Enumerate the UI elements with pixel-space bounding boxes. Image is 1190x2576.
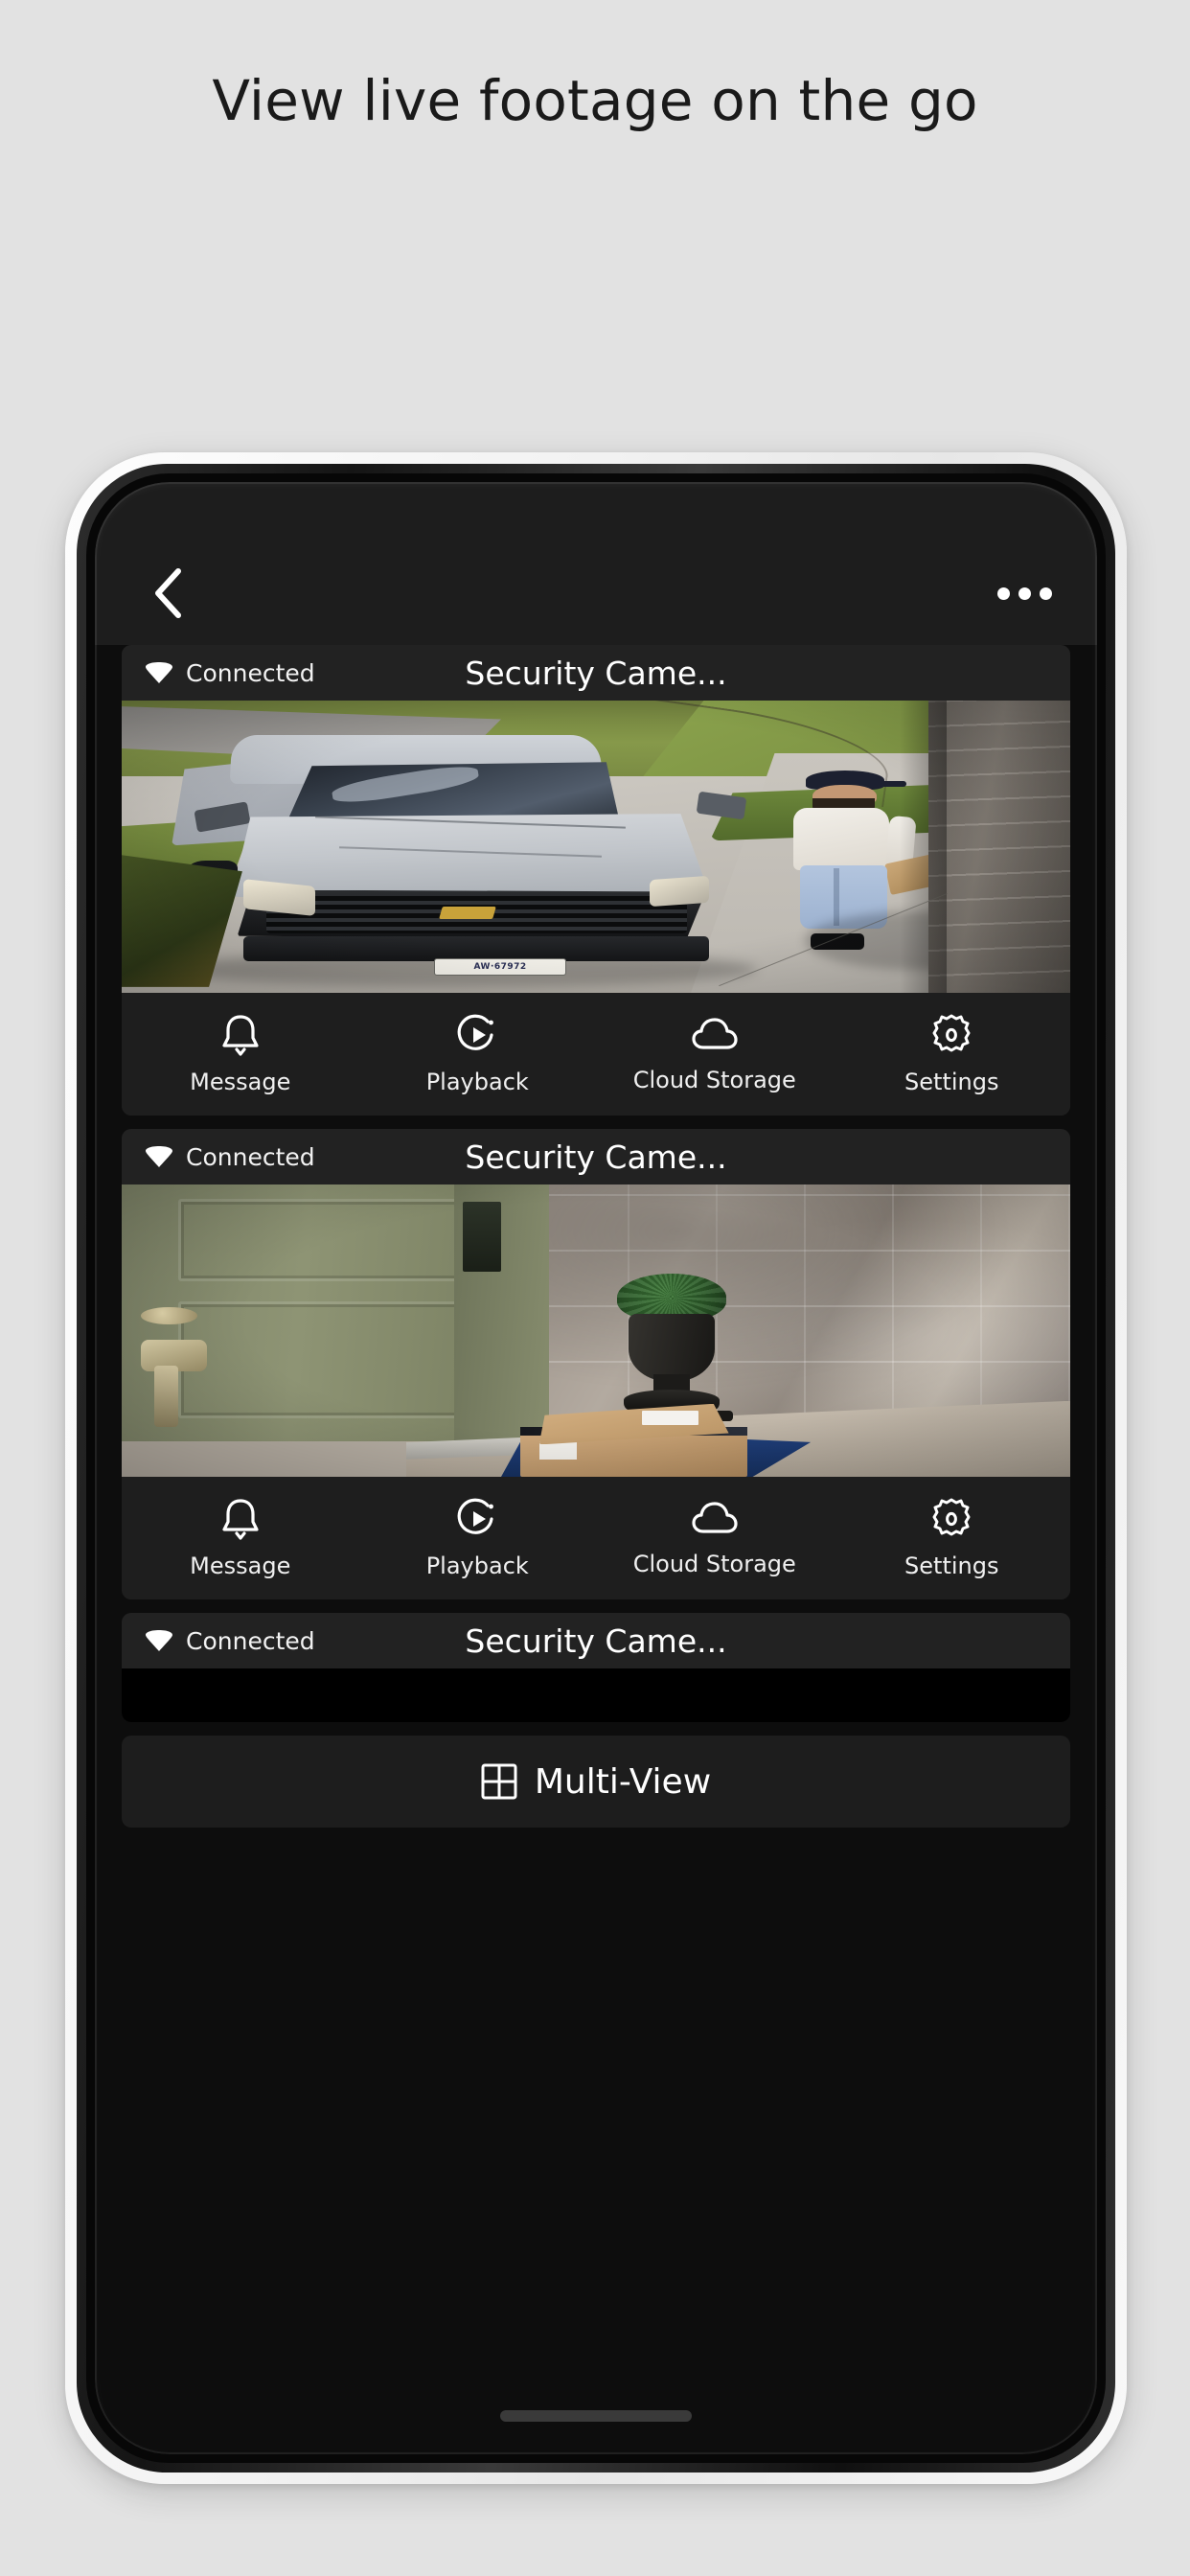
phone-mockup: Connected Security Came... AW·67972 Mess…	[65, 452, 1127, 2484]
play-circle-icon	[457, 1498, 494, 1534]
camera-card[interactable]: Connected Security Came...	[122, 645, 1070, 1116]
camera-live-feed[interactable]	[122, 1184, 1070, 1477]
tool-playback[interactable]: Playback	[359, 1013, 597, 1095]
camera-toolbar: Message Playback Cloud Storage Settings	[122, 993, 1070, 1116]
overflow-menu-button[interactable]	[994, 563, 1055, 624]
camera-list[interactable]: Connected Security Came... AW·67972 Mess…	[95, 645, 1097, 2454]
bell-icon	[222, 1015, 259, 1056]
overflow-menu-icon-dot-1	[996, 586, 1010, 600]
camera-toolbar: Message Playback Cloud Storage Settings	[122, 1477, 1070, 1599]
chevron-left-icon	[155, 568, 181, 618]
tool-cloud-storage[interactable]: Cloud Storage	[596, 1015, 834, 1093]
tool-message[interactable]: Message	[122, 1013, 359, 1095]
home-indicator[interactable]	[500, 2410, 692, 2422]
tool-message-label: Message	[190, 1069, 291, 1095]
connection-status-label: Connected	[186, 1626, 315, 1655]
wifi-icon	[146, 1630, 172, 1651]
cloud-icon	[692, 1018, 738, 1049]
app-top-bar	[95, 482, 1097, 645]
page-title: View live footage on the go	[212, 68, 978, 133]
multi-view-label: Multi-View	[534, 1761, 712, 1802]
tool-cloud-storage[interactable]: Cloud Storage	[596, 1499, 834, 1577]
tool-playback[interactable]: Playback	[359, 1497, 597, 1579]
tool-settings[interactable]: Settings	[834, 1497, 1071, 1579]
connection-status: Connected	[145, 1627, 315, 1655]
grid-2x2-icon	[481, 1763, 517, 1800]
connection-status-label: Connected	[186, 658, 315, 687]
tool-message-label: Message	[190, 1552, 291, 1579]
connection-status: Connected	[145, 1143, 315, 1171]
cloud-icon	[692, 1502, 738, 1533]
gear-icon	[932, 1014, 971, 1052]
tool-cloud-storage-label: Cloud Storage	[632, 1067, 796, 1093]
planter-urn	[614, 1274, 734, 1422]
camera-card-header: Connected Security Came...	[122, 1129, 1070, 1184]
camera-card-header: Connected Security Came...	[122, 645, 1070, 701]
license-plate-text: AW·67972	[473, 962, 527, 973]
phone-bezel: Connected Security Came... AW·67972 Mess…	[86, 473, 1106, 2463]
camera-card[interactable]: Connected Security Came...	[122, 1613, 1070, 1722]
wifi-icon	[146, 662, 172, 683]
back-button[interactable]	[137, 563, 198, 624]
camera-feed-scene-porch	[122, 1184, 1070, 1477]
tool-settings-label: Settings	[904, 1069, 999, 1095]
camera-feed-scene-driveway: AW·67972	[122, 701, 1070, 993]
phone-screen: Connected Security Came... AW·67972 Mess…	[95, 482, 1097, 2454]
camera-live-feed[interactable]: AW·67972	[122, 701, 1070, 993]
camera-card-header: Connected Security Came...	[122, 1613, 1070, 1668]
multi-view-button[interactable]: Multi-View	[122, 1736, 1070, 1828]
connection-status-label: Connected	[186, 1142, 315, 1171]
tool-settings-label: Settings	[904, 1552, 999, 1579]
tool-cloud-storage-label: Cloud Storage	[632, 1551, 796, 1577]
license-plate: AW·67972	[434, 958, 566, 977]
connection-status: Connected	[145, 659, 315, 687]
tool-message[interactable]: Message	[122, 1497, 359, 1579]
overflow-menu-icon-dot-3	[1039, 586, 1052, 600]
gear-icon	[932, 1498, 971, 1536]
play-circle-icon	[457, 1014, 494, 1050]
bell-icon	[222, 1499, 259, 1540]
camera-live-feed[interactable]	[122, 1668, 1070, 1722]
overflow-menu-icon-dot-2	[1018, 586, 1031, 600]
tool-playback-label: Playback	[425, 1069, 529, 1095]
camera-card[interactable]: Connected Security Came...	[122, 1129, 1070, 1599]
promo-headline-area: View live footage on the go	[0, 0, 1190, 450]
tool-playback-label: Playback	[425, 1552, 529, 1579]
wifi-icon	[146, 1146, 172, 1167]
parked-truck: AW·67972	[160, 733, 758, 978]
phone-metal-band: Connected Security Came... AW·67972 Mess…	[77, 464, 1115, 2472]
tool-settings[interactable]: Settings	[834, 1013, 1071, 1095]
